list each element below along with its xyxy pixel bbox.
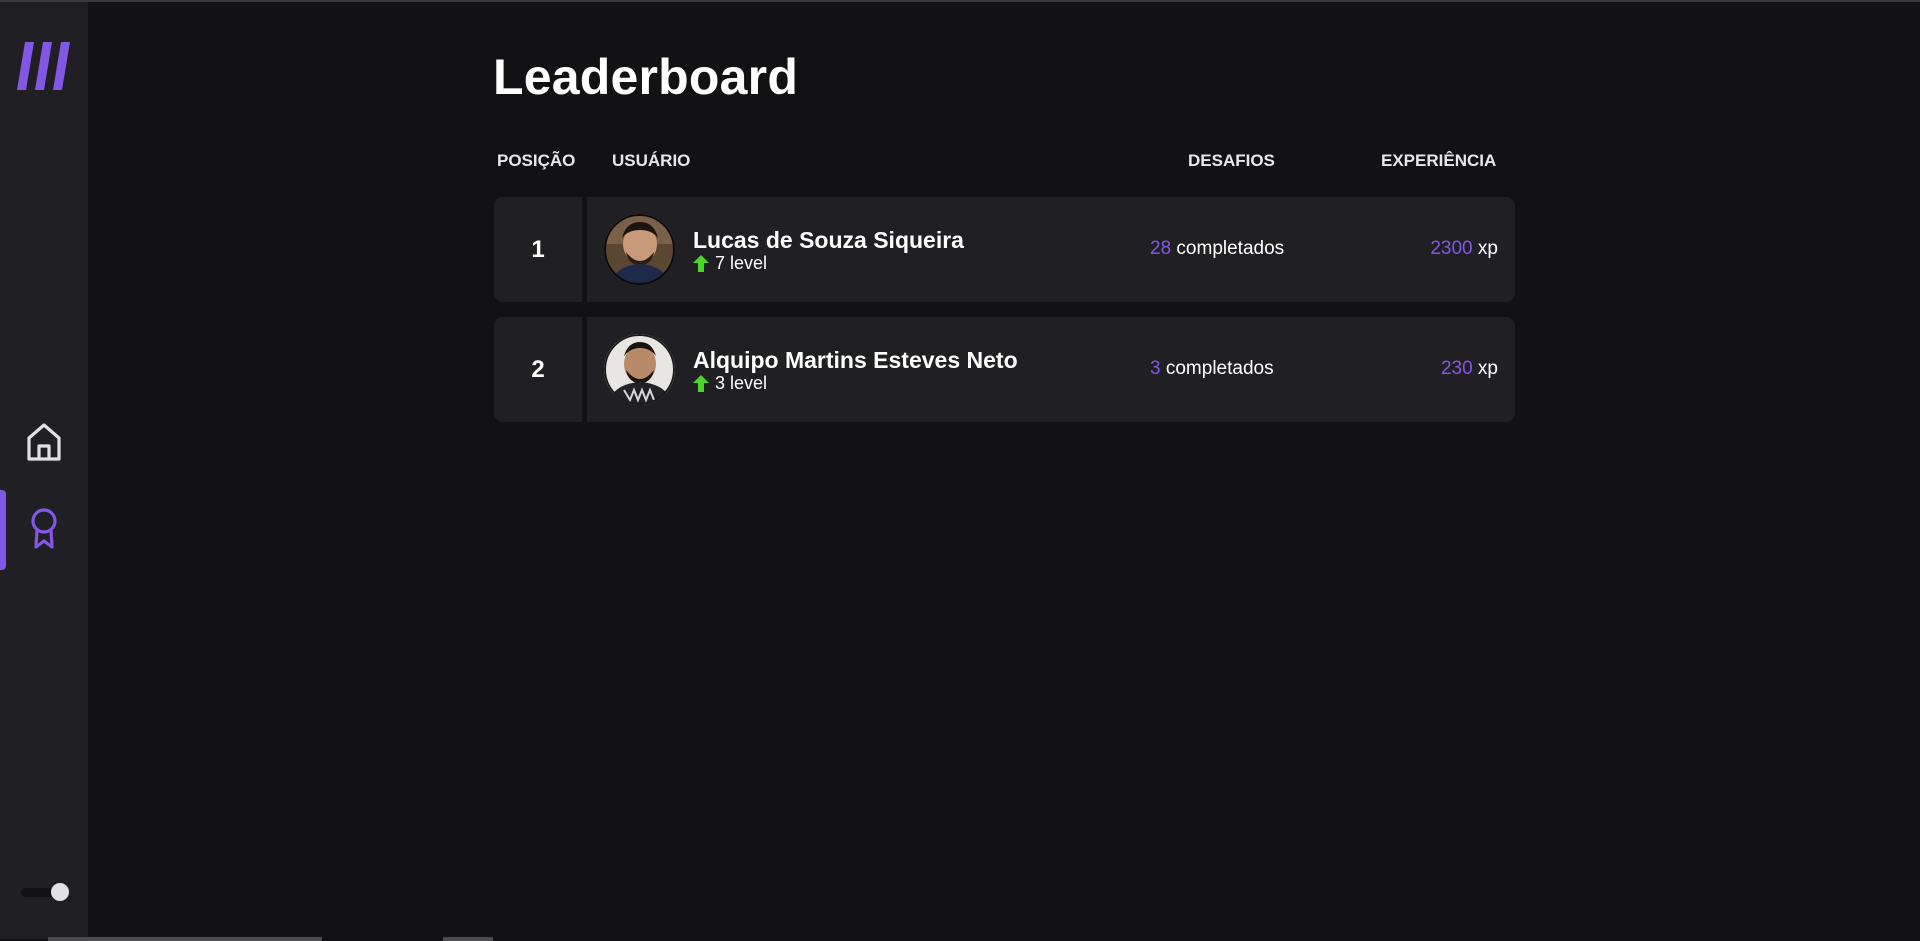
user-name: Alquipo Martins Esteves Neto [693, 347, 1018, 373]
user-level: 7 level [693, 253, 767, 274]
active-nav-indicator [0, 490, 6, 570]
theme-toggle[interactable] [21, 883, 71, 901]
logo-icon [17, 40, 71, 92]
horizontal-scrollbar-segment[interactable] [443, 937, 493, 941]
challenges-count: 28 [1150, 238, 1172, 259]
award-icon[interactable] [25, 507, 63, 549]
window-top-border [0, 0, 1920, 2]
column-header-position: POSIÇÃO [497, 151, 576, 170]
page-title: Leaderboard [493, 49, 799, 105]
avatar [604, 334, 675, 405]
xp-unit: xp [1477, 358, 1498, 379]
rank-cell: 1 [494, 197, 582, 302]
level-up-icon [693, 254, 709, 273]
xp-amount: 2300 [1430, 238, 1473, 259]
avatar [604, 214, 675, 285]
horizontal-scrollbar[interactable] [48, 937, 322, 941]
challenges-completed: 3 completados [1150, 358, 1274, 380]
column-header-user: USUÁRIO [612, 151, 691, 170]
level-label: 7 level [715, 253, 768, 273]
user-name: Lucas de Souza Siqueira [693, 227, 964, 253]
challenges-completed: 28 completados [1150, 238, 1284, 260]
user-cell: Alquipo Martins Esteves Neto 3 level 3 c… [587, 317, 1515, 422]
level-label: 3 level [715, 373, 768, 393]
experience-value: 2300 xp [1430, 238, 1498, 260]
xp-amount: 230 [1440, 358, 1473, 379]
table-row: 1 Lucas de Souza Siqueira 7 level 28 com… [494, 197, 1515, 302]
sidebar [0, 2, 88, 939]
challenges-suffix: completados [1165, 358, 1274, 379]
challenges-suffix: completados [1176, 238, 1285, 259]
challenges-count: 3 [1150, 358, 1161, 379]
rank-cell: 2 [494, 317, 582, 422]
home-icon[interactable] [25, 421, 63, 463]
level-up-icon [693, 374, 709, 393]
experience-value: 230 xp [1441, 358, 1498, 380]
column-header-challenges: DESAFIOS [1188, 151, 1275, 170]
user-cell: Lucas de Souza Siqueira 7 level 28 compl… [587, 197, 1515, 302]
xp-unit: xp [1477, 238, 1498, 259]
user-level: 3 level [693, 373, 767, 394]
toggle-knob [51, 883, 69, 901]
table-row: 2 Alquipo Martins Esteves Neto 3 level 3… [494, 317, 1515, 422]
column-header-experience: EXPERIÊNCIA [1381, 151, 1497, 170]
